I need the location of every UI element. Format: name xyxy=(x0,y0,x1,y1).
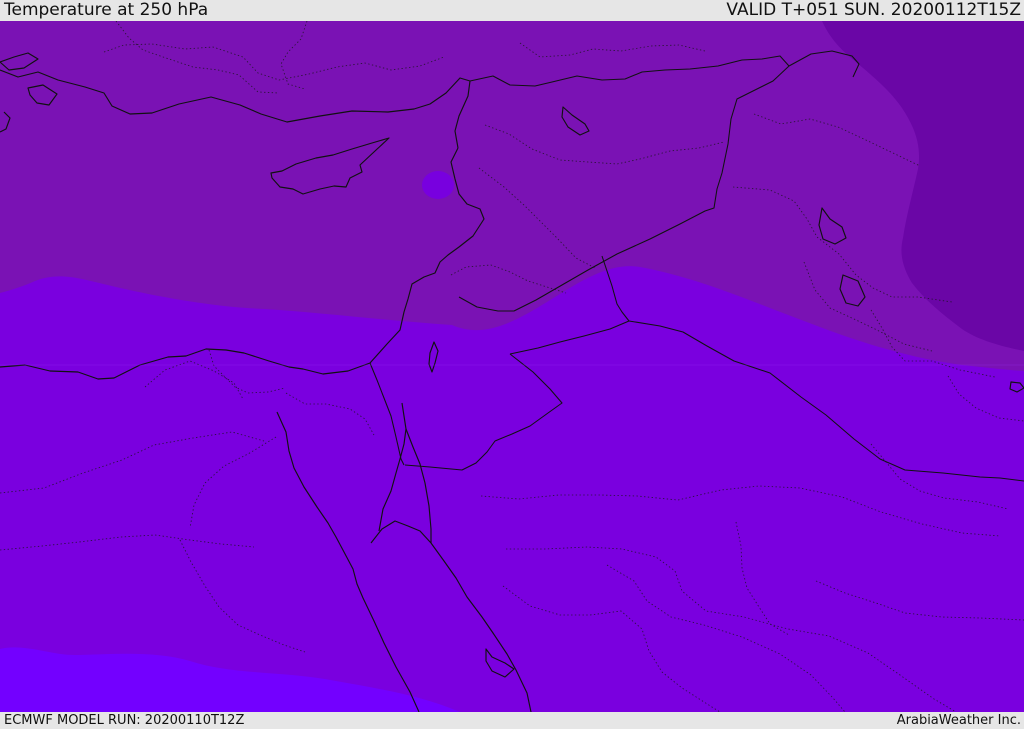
small-cool-area xyxy=(422,171,454,199)
map-title: Temperature at 250 hPa xyxy=(4,0,209,20)
temperature-map xyxy=(0,21,1024,712)
header-bar: Temperature at 250 hPa VALID T+051 SUN. … xyxy=(0,0,1024,21)
model-run-label: ECMWF MODEL RUN: 20200110T12Z xyxy=(4,713,245,728)
valid-time: VALID T+051 SUN. 20200112T15Z xyxy=(726,0,1021,20)
credit-label: ArabiaWeather Inc. xyxy=(896,713,1021,728)
footer-bar: ECMWF MODEL RUN: 20200110T12Z ArabiaWeat… xyxy=(0,712,1024,729)
map-canvas xyxy=(0,21,1024,712)
weather-map-page: Temperature at 250 hPa VALID T+051 SUN. … xyxy=(0,0,1024,729)
